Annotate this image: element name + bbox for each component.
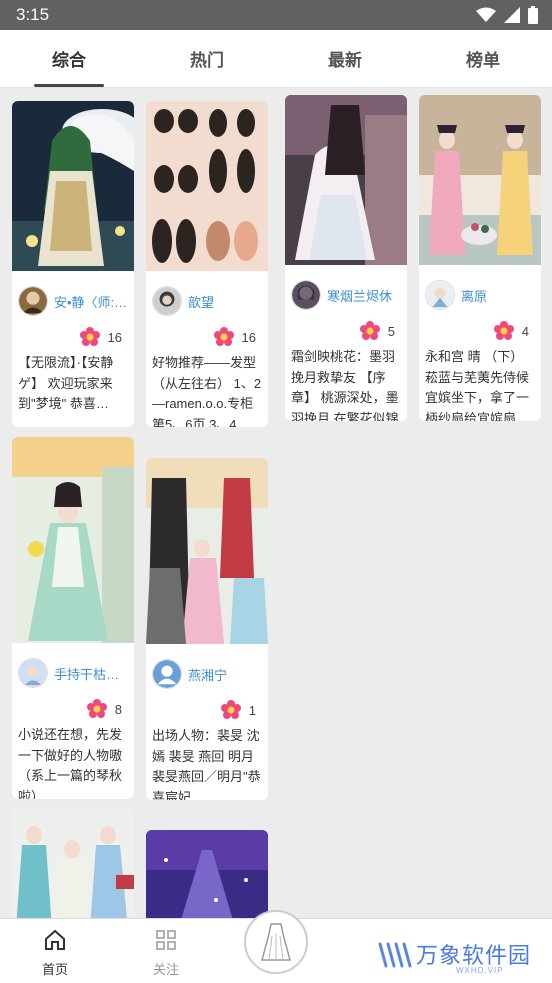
watermark: 万象软件园 WXHD.VIP [376, 938, 546, 978]
user-avatar[interactable] [152, 286, 182, 316]
post-card[interactable]: 歆望 16 好物推荐——发型（从左往右） 1、2—ramen.o.o.专柜第5、… [146, 101, 268, 427]
like-counter[interactable]: 1 [146, 690, 268, 720]
flower-icon [220, 700, 241, 719]
post-image [12, 437, 134, 643]
tab-hot[interactable]: 热门 [138, 30, 276, 87]
user-avatar[interactable] [425, 280, 455, 310]
like-count: 5 [387, 323, 395, 339]
category-tabs: 综合 热门 最新 榜单 [0, 30, 552, 88]
nav-home-label: 首页 [41, 962, 68, 977]
dress-icon [261, 923, 291, 961]
flower-icon [213, 327, 234, 346]
post-card[interactable]: 安•静〈师:… 16 【无限流】·【安静ゲ】 欢迎玩家来到"梦境" 恭喜… [12, 101, 134, 427]
post-image [146, 830, 268, 918]
like-count: 8 [114, 701, 122, 717]
watermark-site: WXHD.VIP [456, 966, 504, 975]
like-count: 1 [248, 702, 256, 718]
flower-icon [493, 321, 514, 340]
username[interactable]: 离原 [461, 286, 487, 305]
like-counter[interactable]: 8 [12, 689, 134, 719]
tab-label: 热门 [190, 51, 224, 70]
tab-latest[interactable]: 最新 [276, 30, 414, 87]
flower-icon [359, 321, 380, 340]
like-counter[interactable]: 4 [419, 311, 541, 341]
post-card[interactable]: 手持干枯玫瑰 8 小说还在想，先发一下做好的人物嗷（系上一篇的琴秋啦） [12, 437, 134, 799]
post-description: 好物推荐——发型（从左往右） 1、2—ramen.o.o.专柜第5、6页 3、4… [152, 355, 262, 427]
username[interactable]: 手持干枯玫瑰 [54, 664, 128, 683]
username[interactable]: 燕湘宁 [188, 665, 227, 684]
tab-label: 最新 [328, 51, 362, 70]
username[interactable]: 安•静〈师:… [54, 292, 127, 311]
post-image [146, 101, 268, 271]
signal-icon [504, 7, 520, 23]
user-avatar[interactable] [291, 280, 321, 310]
tab-ranking[interactable]: 榜单 [414, 30, 552, 87]
post-image [12, 101, 134, 271]
nav-follow-label: 关注 [152, 962, 179, 977]
post-card[interactable] [12, 809, 134, 918]
post-card[interactable] [146, 830, 268, 918]
tab-label: 综合 [52, 51, 86, 70]
flower-icon [86, 699, 107, 718]
post-description: 【无限流】·【安静ゲ】 欢迎玩家来到"梦境" 恭喜… [18, 355, 114, 411]
status-bar: 3:15 [0, 0, 552, 30]
post-card[interactable]: 离原 4 永和宫 晴 （下）菘蓝与芜荑先侍候宜嫔坐下，拿了一柄纱扇给宜嫔扇风。 … [419, 95, 541, 421]
post-description: 出场人物：裴旻 沈嫣 裴旻 燕回 明月 裴旻燕回／明月"恭喜宸妃… [152, 728, 261, 800]
like-count: 4 [521, 323, 529, 339]
battery-icon [528, 6, 538, 24]
tab-all[interactable]: 综合 [0, 30, 138, 87]
post-card[interactable]: 寒烟兰烬休 5 霜剑映桃花：墨羽挽月救挚友 【序章】 桃源深处，墨羽挽月 在繁花… [285, 95, 407, 421]
nav-home[interactable]: 首页 [25, 927, 85, 978]
post-description: 永和宫 晴 （下）菘蓝与芜荑先侍候宜嫔坐下，拿了一柄纱扇给宜嫔扇风。 菘蓝道：… [425, 349, 530, 421]
post-feed: 安•静〈师:… 16 【无限流】·【安静ゲ】 欢迎玩家来到"梦境" 恭喜… 歆望… [0, 88, 552, 918]
flower-icon [79, 327, 100, 346]
like-count: 16 [107, 329, 122, 345]
post-description: 霜剑映桃花：墨羽挽月救挚友 【序章】 桃源深处，墨羽挽月 在繁花似锦的江南小… [291, 349, 399, 421]
tab-label: 榜单 [466, 51, 500, 70]
wifi-icon [476, 7, 496, 22]
user-avatar[interactable] [18, 658, 48, 688]
username[interactable]: 寒烟兰烬休 [327, 286, 392, 305]
post-image [285, 95, 407, 265]
nav-follow[interactable]: 关注 [136, 927, 196, 978]
post-image [12, 809, 134, 918]
like-counter[interactable]: 16 [146, 317, 268, 347]
like-counter[interactable]: 16 [12, 317, 134, 347]
user-avatar[interactable] [152, 659, 182, 689]
post-description: 小说还在想，先发一下做好的人物嗷（系上一篇的琴秋啦） [18, 727, 123, 799]
home-icon [45, 929, 65, 950]
grid-icon [156, 930, 176, 950]
username[interactable]: 歆望 [188, 292, 214, 311]
post-image [419, 95, 541, 265]
like-counter[interactable]: 5 [285, 311, 407, 341]
user-avatar[interactable] [18, 286, 48, 316]
post-image [146, 458, 268, 644]
watermark-logo-icon [378, 942, 412, 968]
active-tab-indicator [34, 84, 104, 87]
like-count: 16 [241, 329, 256, 345]
status-time: 3:15 [16, 5, 50, 24]
create-outfit-button[interactable] [244, 910, 308, 974]
post-card[interactable]: 燕湘宁 1 出场人物：裴旻 沈嫣 裴旻 燕回 明月 裴旻燕回／明月"恭喜宸妃… [146, 458, 268, 800]
